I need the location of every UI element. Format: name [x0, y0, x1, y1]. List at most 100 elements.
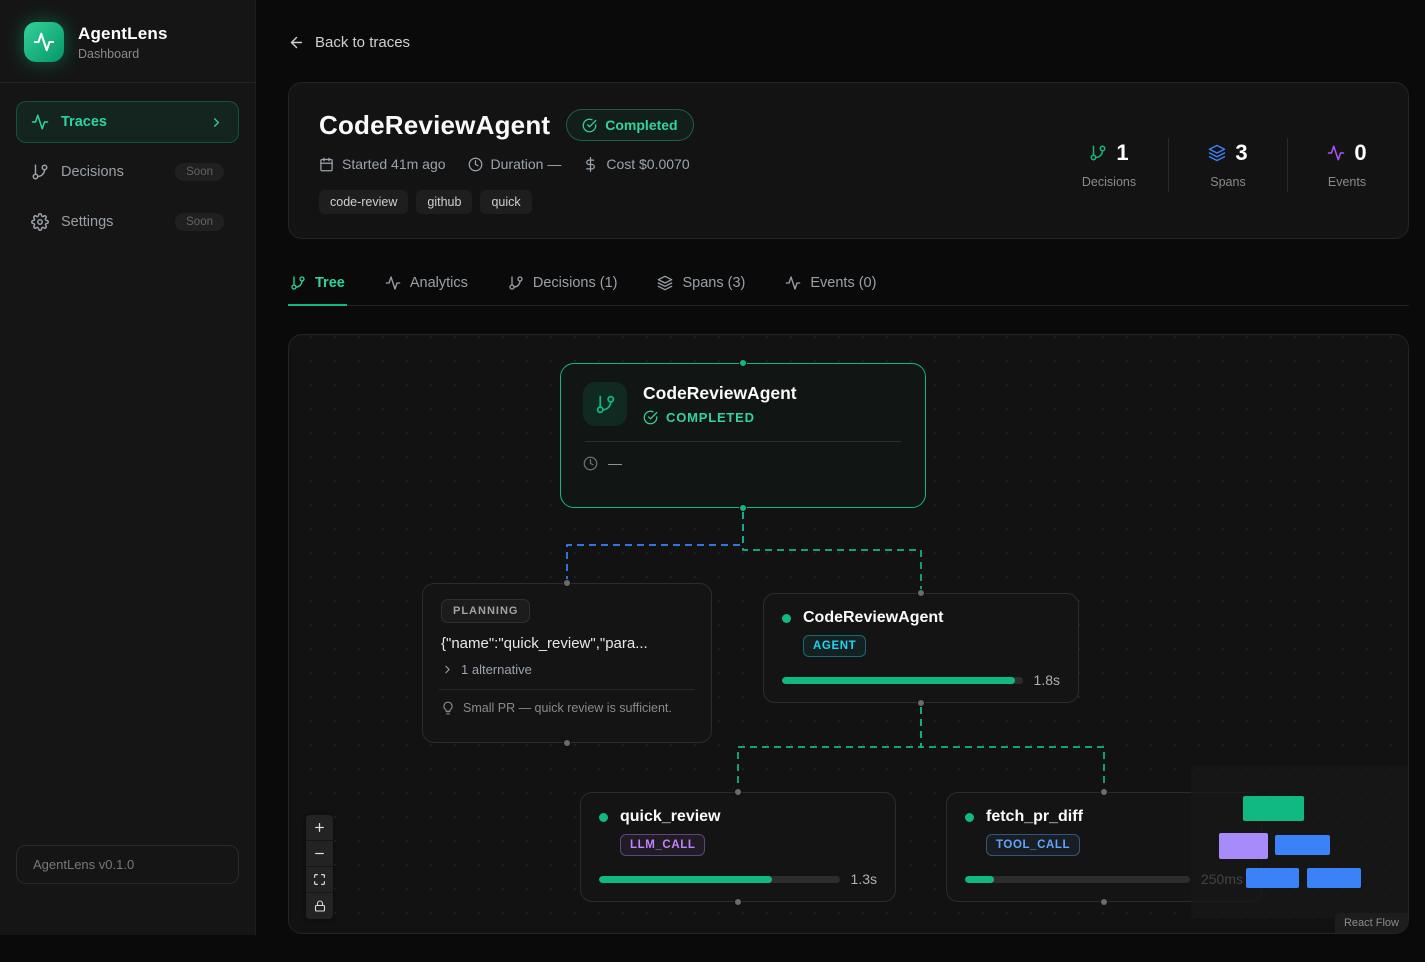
sidebar-item-label: Decisions — [61, 164, 124, 180]
activity-icon — [785, 275, 801, 291]
node-span-agent[interactable]: CodeReviewAgent AGENT 1.8s — [763, 593, 1079, 703]
stat-spans: 3 Spans — [1197, 140, 1259, 189]
node-span-quick-review[interactable]: quick_review LLM_CALL 1.3s — [580, 792, 896, 902]
node-handle — [734, 898, 742, 906]
divider — [1287, 138, 1288, 192]
span-duration: 1.3s — [851, 871, 877, 887]
lock-button[interactable] — [306, 893, 333, 919]
back-to-traces-link[interactable]: Back to traces — [288, 34, 410, 51]
span-type-badge: TOOL_CALL — [986, 834, 1080, 856]
decision-type-badge: PLANNING — [441, 599, 530, 623]
clock-icon — [468, 157, 483, 172]
tab-analytics[interactable]: Analytics — [383, 265, 470, 306]
sidebar: AgentLens Dashboard Traces Decisions Soo… — [0, 0, 256, 935]
app-logo — [24, 22, 64, 62]
span-type-badge: LLM_CALL — [620, 834, 705, 856]
status-dot — [782, 614, 791, 623]
started-meta: Started 41m ago — [319, 156, 446, 172]
tab-events[interactable]: Events (0) — [783, 265, 878, 306]
flow-minimap[interactable] — [1191, 765, 1408, 918]
node-handle — [917, 589, 925, 597]
sidebar-item-label: Traces — [61, 114, 107, 130]
node-decision-planning[interactable]: PLANNING {"name":"quick_review","para...… — [422, 583, 712, 743]
activity-icon — [385, 275, 401, 291]
node-duration: — — [608, 455, 622, 471]
arrow-left-icon — [288, 34, 305, 51]
duration-meta: Duration — — [468, 156, 562, 172]
status-badge: Completed — [566, 109, 693, 141]
status-dot — [965, 813, 974, 822]
tab-spans[interactable]: Spans (3) — [655, 265, 747, 306]
tab-decisions[interactable]: Decisions (1) — [506, 265, 620, 306]
node-handle — [917, 699, 925, 707]
sidebar-item-settings[interactable]: Settings Soon — [16, 201, 239, 243]
calendar-icon — [319, 157, 334, 172]
app-version: AgentLens v0.1.0 — [16, 845, 239, 884]
tab-bar: Tree Analytics Decisions (1) Spans (3) E… — [288, 265, 1409, 306]
activity-icon — [1327, 144, 1345, 162]
soon-badge: Soon — [175, 213, 224, 231]
alternatives-toggle[interactable]: 1 alternative — [441, 662, 693, 677]
span-duration: 1.8s — [1034, 672, 1060, 688]
node-handle — [563, 739, 571, 747]
node-handle — [739, 359, 747, 367]
zoom-in-button[interactable] — [306, 815, 333, 841]
check-circle-icon — [582, 118, 597, 133]
git-branch-icon — [31, 163, 49, 181]
node-status: COMPLETED — [666, 410, 755, 425]
activity-icon — [33, 31, 55, 53]
trace-tags: code-review github quick — [319, 190, 694, 214]
trace-stats: 1 Decisions 3 Spans — [1078, 115, 1378, 214]
zoom-out-button[interactable] — [306, 841, 333, 867]
node-title: CodeReviewAgent — [643, 383, 797, 404]
git-branch-icon — [583, 382, 627, 426]
span-type-badge: AGENT — [803, 635, 866, 657]
tag: quick — [480, 190, 531, 214]
cost-meta: Cost $0.0070 — [583, 156, 689, 172]
app-header: AgentLens Dashboard — [0, 0, 255, 83]
sidebar-nav: Traces Decisions Soon Settings Soon — [0, 83, 255, 261]
clock-icon — [583, 456, 598, 471]
node-handle — [563, 579, 571, 587]
sidebar-item-traces[interactable]: Traces — [16, 101, 239, 143]
fit-view-button[interactable] — [306, 867, 333, 893]
minimap-node-llm-span — [1246, 868, 1299, 888]
duration-bar — [782, 677, 1023, 684]
activity-icon — [31, 113, 49, 131]
lightbulb-icon — [441, 701, 455, 715]
minimap-node-root — [1243, 796, 1304, 821]
tag: code-review — [319, 190, 408, 214]
node-root-agent[interactable]: CodeReviewAgent COMPLETED — — [560, 363, 926, 508]
chevron-right-icon — [441, 663, 454, 676]
gear-icon — [31, 213, 49, 231]
minimap-node-tool-span — [1307, 868, 1361, 888]
node-title: fetch_pr_diff — [986, 808, 1083, 826]
divider — [585, 441, 901, 442]
node-handle — [1100, 788, 1108, 796]
check-circle-icon — [643, 410, 658, 425]
decision-action: {"name":"quick_review","para... — [441, 635, 693, 652]
node-handle — [1100, 898, 1108, 906]
sidebar-item-decisions[interactable]: Decisions Soon — [16, 151, 239, 193]
tab-tree[interactable]: Tree — [288, 265, 347, 306]
flow-controls — [306, 815, 333, 919]
app-subtitle: Dashboard — [78, 47, 168, 61]
main-content: Back to traces CodeReviewAgent Completed — [256, 0, 1425, 934]
stat-events: 0 Events — [1316, 140, 1378, 189]
node-title: quick_review — [620, 808, 721, 826]
trace-tree-canvas[interactable]: CodeReviewAgent COMPLETED — — [288, 334, 1409, 934]
layers-icon — [657, 275, 673, 291]
layers-icon — [1208, 144, 1226, 162]
tag: github — [416, 190, 472, 214]
node-handle — [739, 504, 747, 512]
node-handle — [734, 788, 742, 796]
react-flow-attribution[interactable]: React Flow — [1335, 913, 1408, 933]
chevron-right-icon — [209, 115, 224, 130]
minimap-node-agent-span — [1275, 835, 1330, 855]
dollar-icon — [583, 157, 598, 172]
page-title: CodeReviewAgent — [319, 110, 550, 141]
node-title: CodeReviewAgent — [803, 609, 943, 627]
git-branch-icon — [1089, 144, 1107, 162]
status-dot — [599, 813, 608, 822]
trace-meta: Started 41m ago Duration — Cost $0.0070 — [319, 156, 694, 172]
